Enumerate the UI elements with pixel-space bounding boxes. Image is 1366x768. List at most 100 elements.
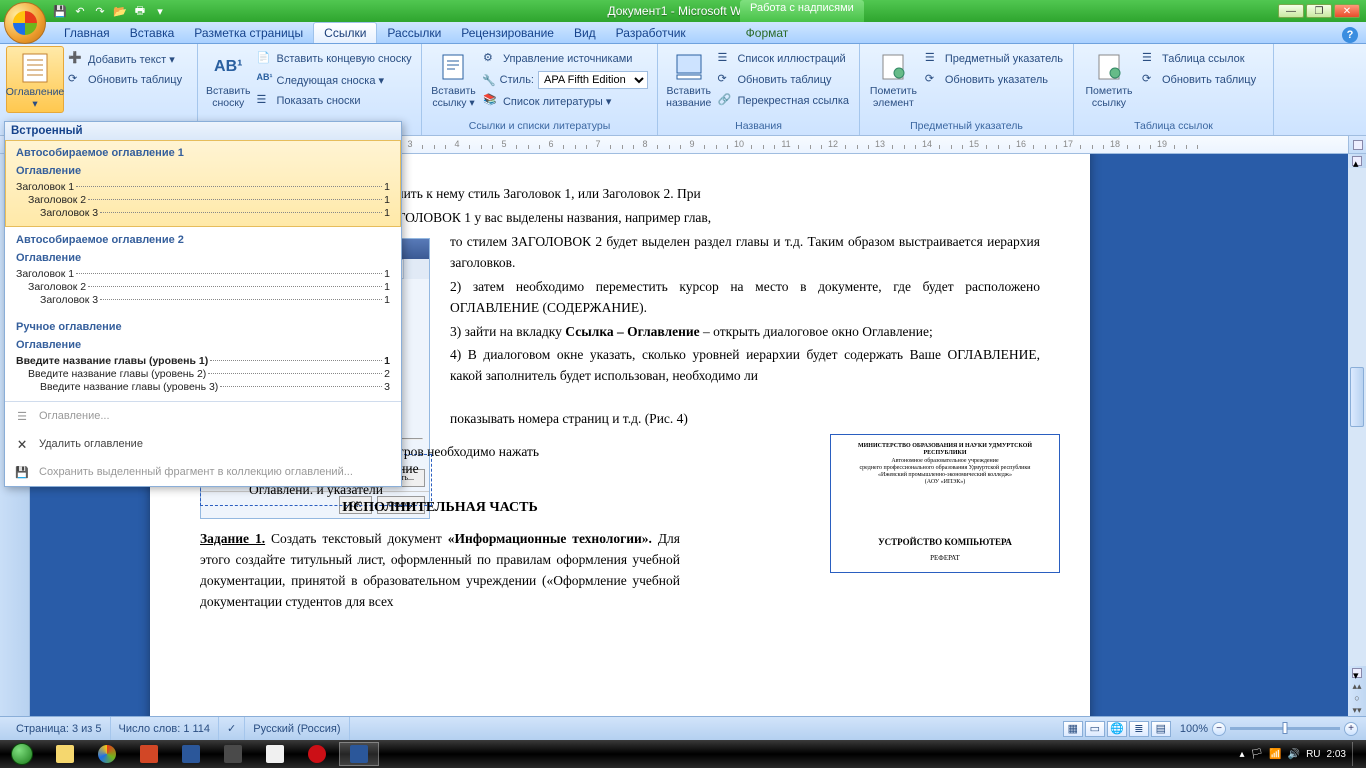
tab-review[interactable]: Рецензирование [451, 23, 564, 43]
update-toc-button[interactable]: ⟳Обновить таблицу [64, 70, 186, 90]
redo-icon[interactable]: ↷ [92, 3, 108, 19]
ruler-toggle[interactable] [1348, 136, 1366, 153]
vertical-scrollbar[interactable]: ▴ ▾ ▴▴ ○ ▾▾ [1348, 154, 1366, 716]
manage-sources-button[interactable]: ⚙Управление источниками [479, 49, 651, 69]
show-desktop-button[interactable] [1352, 742, 1360, 766]
status-page[interactable]: Страница: 3 из 5 [8, 717, 111, 740]
tab-insert[interactable]: Вставка [120, 23, 185, 43]
mark-citation-button[interactable]: Пометить ссылку [1080, 46, 1138, 111]
taskbar-app-chrome[interactable] [87, 742, 127, 766]
tab-format[interactable]: Формат [736, 23, 799, 43]
save-selection-icon: 💾 [13, 463, 31, 481]
table-of-figures-button[interactable]: ☰Список иллюстраций [713, 49, 853, 69]
close-button[interactable]: ✕ [1334, 4, 1360, 18]
mark-entry-button[interactable]: Пометить элемент [866, 46, 921, 111]
print-icon[interactable]: 🖶 [132, 3, 148, 19]
office-button[interactable] [4, 2, 46, 44]
taskbar-app-explorer[interactable] [45, 742, 85, 766]
quick-access-toolbar: 💾 ↶ ↷ 📂 🖶 ▾ [52, 3, 168, 19]
add-text-icon: ➕ [68, 51, 84, 67]
bibliography-icon: 📚 [483, 93, 499, 109]
zoom-in-button[interactable]: + [1344, 722, 1358, 736]
doc-paragraph: 2) затем необходимо переместить курсор н… [450, 277, 1040, 319]
zoom-label[interactable]: 100% [1180, 723, 1208, 735]
save-icon[interactable]: 💾 [52, 3, 68, 19]
insert-endnote-button[interactable]: 📄Вставить концевую сноску [253, 49, 416, 69]
prev-page-button[interactable]: ▴▴ [1352, 681, 1362, 691]
zoom-slider[interactable] [1230, 727, 1340, 730]
zoom-out-button[interactable]: − [1212, 722, 1226, 736]
status-language[interactable]: Русский (Россия) [245, 717, 349, 740]
gallery-item-manual[interactable]: Ручное оглавление Оглавление Введите наз… [5, 314, 401, 401]
doc-paragraph: показывать номера страниц и т.д. (Рис. 4… [450, 409, 1040, 430]
update-captions-button[interactable]: ⟳Обновить таблицу [713, 70, 853, 90]
maximize-button[interactable]: ❐ [1306, 4, 1332, 18]
tab-mailings[interactable]: Рассылки [377, 23, 451, 43]
help-button[interactable]: ? [1342, 27, 1358, 43]
bibliography-button[interactable]: 📚Список литературы ▾ [479, 91, 651, 111]
endnote-icon: 📄 [257, 51, 273, 67]
update-toa-button[interactable]: ⟳Обновить таблицу [1138, 70, 1260, 90]
save-selection-menuitem[interactable]: 💾Сохранить выделенный фрагмент в коллекц… [5, 458, 401, 486]
view-web-layout[interactable]: 🌐 [1107, 721, 1127, 737]
show-notes-button[interactable]: ☰Показать сноски [253, 91, 416, 111]
tab-page-layout[interactable]: Разметка страницы [184, 23, 313, 43]
custom-toc-menuitem[interactable]: ☰Оглавление... [5, 402, 401, 430]
insert-citation-button[interactable]: Вставить ссылку ▾ [428, 46, 479, 111]
insert-toa-button[interactable]: ☰Таблица ссылок [1138, 49, 1260, 69]
next-footnote-button[interactable]: AB¹Следующая сноска ▾ [253, 70, 416, 90]
citation-style-select[interactable]: APA Fifth Edition [538, 71, 648, 89]
view-switcher: ▦ ▭ 🌐 ≣ ▤ 100% − + [1062, 721, 1358, 737]
next-footnote-icon: AB¹ [257, 72, 273, 88]
scroll-up-button[interactable]: ▴ [1352, 156, 1362, 166]
group-label-captions: Названия [658, 118, 859, 134]
start-button[interactable] [0, 740, 44, 768]
insert-index-button[interactable]: ☰Предметный указатель [921, 49, 1067, 69]
tray-expand-icon[interactable]: ▴ [1239, 749, 1244, 760]
taskbar-app-word[interactable] [171, 742, 211, 766]
remove-toc-menuitem[interactable]: 🗙Удалить оглавление [5, 430, 401, 458]
mark-citation-icon [1093, 51, 1125, 83]
add-text-button[interactable]: ➕Добавить текст ▾ [64, 49, 186, 69]
taskbar-running-word[interactable] [339, 742, 379, 766]
status-word-count[interactable]: Число слов: 1 114 [111, 717, 220, 740]
gallery-item-auto1[interactable]: Автособираемое оглавление 1 Оглавление З… [5, 140, 401, 227]
tab-references[interactable]: Ссылки [313, 22, 377, 43]
open-icon[interactable]: 📂 [112, 3, 128, 19]
update-index-button[interactable]: ⟳Обновить указатель [921, 70, 1067, 90]
taskbar-app-paint[interactable] [255, 742, 295, 766]
tab-developer[interactable]: Разработчик [606, 23, 696, 43]
cross-reference-button[interactable]: 🔗Перекрестная ссылка [713, 91, 853, 111]
status-spellcheck[interactable]: ✓ [219, 717, 245, 740]
tray-clock[interactable]: 2:03 [1327, 749, 1346, 760]
next-page-button[interactable]: ▾▾ [1352, 705, 1362, 715]
gallery-item-auto2[interactable]: Автособираемое оглавление 2 Оглавление З… [5, 227, 401, 314]
taskbar-app-opera[interactable] [297, 742, 337, 766]
scroll-thumb[interactable] [1350, 367, 1364, 427]
tray-lang[interactable]: RU [1306, 749, 1320, 760]
style-icon: 🔧 [482, 74, 496, 87]
insert-caption-button[interactable]: Вставить название [664, 46, 713, 111]
update-index-icon: ⟳ [925, 72, 941, 88]
browse-object-button[interactable]: ○ [1352, 693, 1362, 703]
tab-view[interactable]: Вид [564, 23, 606, 43]
group-label-citations: Ссылки и списки литературы [422, 118, 657, 134]
scroll-down-button[interactable]: ▾ [1352, 668, 1362, 678]
view-draft[interactable]: ▤ [1151, 721, 1171, 737]
taskbar-app-calc[interactable] [213, 742, 253, 766]
scroll-track[interactable] [1348, 168, 1366, 666]
tab-home[interactable]: Главная [54, 23, 120, 43]
taskbar-app-powerpoint[interactable] [129, 742, 169, 766]
view-full-screen[interactable]: ▭ [1085, 721, 1105, 737]
insert-footnote-button[interactable]: AB¹ Вставить сноску [204, 46, 253, 111]
tray-flag-icon[interactable]: 🏳 [1250, 749, 1263, 760]
view-outline[interactable]: ≣ [1129, 721, 1149, 737]
tray-volume-icon[interactable]: 🔊 [1288, 749, 1300, 760]
quick-print-icon[interactable]: ▾ [152, 3, 168, 19]
view-print-layout[interactable]: ▦ [1063, 721, 1083, 737]
minimize-button[interactable]: — [1278, 4, 1304, 18]
tray-network-icon[interactable]: 📶 [1269, 749, 1281, 760]
undo-icon[interactable]: ↶ [72, 3, 88, 19]
toc-dropdown-button[interactable]: Оглавление▾ [6, 46, 64, 113]
zoom-control: 100% − + [1180, 722, 1358, 736]
